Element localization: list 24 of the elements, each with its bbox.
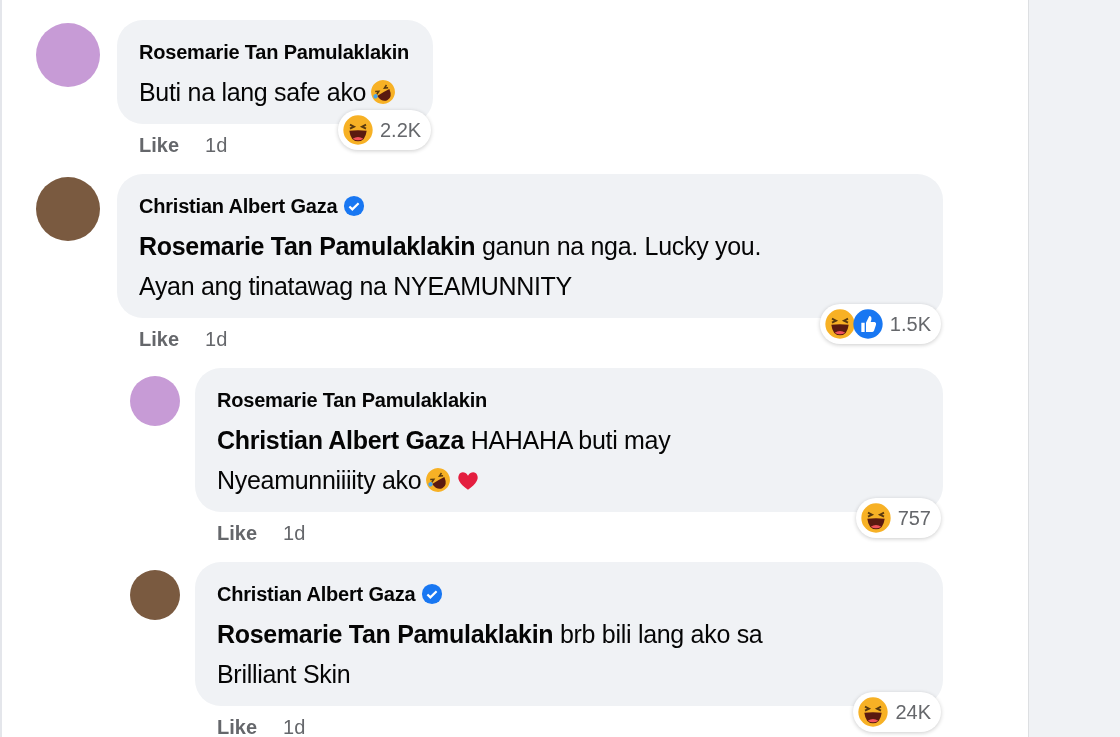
- comment-text: Rosemarie Tan Pamulaklakin ganun na nga. Lucky you.: [139, 231, 762, 261]
- reaction-count[interactable]: 757: [855, 498, 941, 538]
- author-name[interactable]: Rosemarie Tan Pamulaklakin: [139, 40, 410, 64]
- like-link[interactable]: Like: [139, 133, 180, 157]
- like-link[interactable]: Like: [139, 327, 180, 351]
- author-name[interactable]: Christian Albert Gaza: [217, 582, 416, 606]
- timestamp: 1d: [283, 715, 306, 737]
- comment-text: Rosemarie Tan Pamulaklakin brb bili lang ako sa: [217, 619, 763, 649]
- comment-text: Brilliant Skin: [217, 659, 351, 689]
- comment-text: Christian Albert Gaza HAHAHA buti may: [217, 425, 671, 455]
- timestamp: 1d: [283, 521, 306, 545]
- author-name[interactable]: Christian Albert Gaza: [139, 194, 338, 218]
- reaction-count[interactable]: 24K: [853, 692, 941, 732]
- comment-text: Ayan ang tinatawag na NYEAMUNNITY: [139, 271, 572, 301]
- timestamp: 1d: [205, 327, 228, 351]
- like-link[interactable]: Like: [217, 521, 258, 545]
- reaction-count[interactable]: 2.2K: [337, 110, 432, 150]
- author-name[interactable]: Rosemarie Tan Pamulaklakin: [217, 388, 488, 412]
- comment-text: Buti na lang safe ako: [139, 77, 367, 107]
- comment-text: Nyeamunniiiity ako: [217, 465, 422, 495]
- avatar-circle[interactable]: [130, 570, 180, 620]
- like-link[interactable]: Like: [217, 715, 258, 737]
- timestamp: 1d: [205, 133, 228, 157]
- reaction-count[interactable]: 1.5K: [819, 304, 941, 344]
